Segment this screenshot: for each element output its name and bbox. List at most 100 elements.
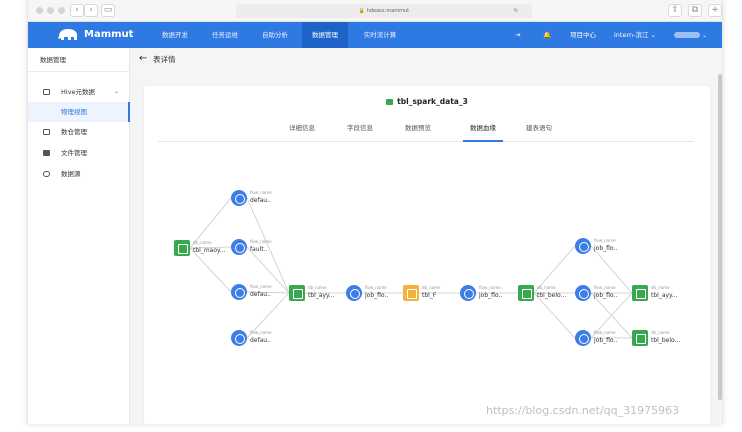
node-label: job_flo.. — [365, 292, 389, 299]
lineage-graph: db_name tbl_maoy... flow_name defau.. flow_n… — [144, 146, 710, 424]
lineage-node-n1[interactable]: db_name tbl_maoy... — [174, 240, 238, 260]
tab-fields[interactable]: 字段信息 — [340, 118, 380, 142]
detail-tabs: 详细信息 字段信息 数据预览 数据血缘 建表语句 — [158, 118, 694, 142]
lineage-node-n9[interactable]: flow_name job_flo.. — [460, 285, 524, 305]
flow-node-icon — [231, 330, 247, 346]
nav-data-dev[interactable]: 数据开发 — [152, 22, 198, 48]
tab-data-lineage[interactable]: 数据血缘 — [463, 118, 503, 142]
node-label: tbl_belo... — [537, 292, 567, 299]
sidebar-item-label: 文件管理 — [61, 149, 87, 157]
sidebar: 数据管理 Hive元数据 ⌄ 物理视图 数仓管理 文件管理 数据源 — [28, 48, 130, 424]
lineage-node-n15[interactable]: db_name tbl_belo... — [632, 330, 696, 350]
flow-node-icon — [346, 285, 362, 301]
tab-details[interactable]: 详细信息 — [282, 118, 322, 142]
node-label: tbl_maoy... — [193, 247, 226, 254]
redacted-account — [674, 32, 700, 38]
node-label: tbl_ayy... — [308, 292, 335, 299]
watermark: https://blog.csdn.net/qq_31975963 — [486, 404, 680, 417]
node-label: tbl_ayy... — [651, 292, 678, 299]
lineage-node-n13[interactable]: flow_name job_flo.. — [575, 330, 639, 350]
table-node-icon — [632, 285, 648, 301]
mammoth-logo-icon — [58, 29, 77, 40]
node-label: job_flo.. — [594, 245, 618, 252]
sidebar-header: 数据管理 — [28, 48, 129, 72]
database-icon — [43, 171, 50, 177]
lineage-node-n2[interactable]: flow_name defau.. — [231, 190, 295, 210]
tab-data-preview[interactable]: 数据预览 — [398, 118, 438, 142]
nav-self-analysis[interactable]: 自助分析 — [252, 22, 298, 48]
lineage-node-n14[interactable]: db_name tbl_ayy... — [632, 285, 696, 305]
table-icon — [386, 98, 394, 105]
nav-data-management[interactable]: 数据管理 — [302, 22, 348, 48]
table-node-icon — [518, 285, 534, 301]
sidebar-item-label: 数仓管理 — [61, 128, 87, 136]
table-node-icon — [632, 330, 648, 346]
chevron-down-icon: ⌄ — [114, 88, 120, 95]
lineage-node-n5[interactable]: flow_name defau.. — [231, 330, 295, 350]
content-header: ← 表详情 — [131, 48, 722, 73]
new-tab-icon[interactable]: + — [708, 4, 722, 17]
minimize-window-icon[interactable] — [47, 7, 54, 14]
tabs-icon[interactable]: ⧉ — [688, 4, 702, 17]
flow-node-icon — [575, 238, 591, 254]
nav-realtime-compute[interactable]: 实时流计算 — [352, 22, 408, 48]
sidebar-item-datasource[interactable]: 数据源 — [28, 164, 130, 184]
node-label: job_flo.. — [594, 337, 618, 344]
flow-node-icon — [575, 330, 591, 346]
reload-icon[interactable]: ↻ — [514, 4, 518, 18]
flow-node-icon — [231, 190, 247, 206]
table-title: tbl_spark_data_3 — [144, 96, 710, 108]
lineage-node-n4[interactable]: flow_name defau.. — [231, 284, 295, 304]
top-nav-bar: Mammut 数据开发 任务运维 自助分析 数据管理 实时流计算 ⇥ 🔔 项目中… — [28, 22, 722, 48]
bell-icon[interactable]: 🔔 — [543, 22, 551, 48]
table-node-icon — [403, 285, 419, 301]
user-menu[interactable]: intern-滨江 ⌄ — [614, 22, 656, 48]
nav-task-ops[interactable]: 任务运维 — [202, 22, 248, 48]
lock-icon: 🔒 — [358, 8, 366, 14]
sidebar-toggle-icon[interactable]: ▭ — [101, 4, 115, 17]
url-bar[interactable]: 🔒 hdeasx.mammut ↻ — [236, 4, 532, 18]
sidebar-item-label: 数据源 — [61, 170, 81, 178]
flow-node-icon — [231, 239, 247, 255]
lineage-node-n7[interactable]: flow_name job_flo.. — [346, 285, 410, 305]
share-icon[interactable]: ⇪ — [668, 4, 682, 17]
sidebar-subitem-physical-view[interactable]: 物理视图 — [28, 102, 130, 122]
project-center-link[interactable]: 项目中心 — [570, 22, 596, 48]
url-text: hdeasx.mammut — [366, 8, 410, 14]
grid-icon — [43, 89, 50, 95]
chevron-down-icon: ⌄ — [702, 32, 708, 39]
lineage-node-n12[interactable]: flow_name job_flo.. — [575, 285, 639, 305]
lineage-node-n11[interactable]: flow_name job_flo.. — [575, 238, 639, 258]
back-arrow-icon[interactable]: ← — [139, 53, 147, 64]
table-detail-card: tbl_spark_data_3 详细信息 字段信息 数据预览 数据血缘 建表语… — [144, 86, 710, 424]
account-menu[interactable]: ⌄ — [674, 22, 710, 48]
browser-chrome: ‹ › ▭ 🔒 hdeasx.mammut ↻ ⇪ ⧉ + — [28, 0, 722, 22]
tab-create-statement[interactable]: 建表语句 — [519, 118, 559, 142]
lineage-node-n10[interactable]: db_name tbl_belo... — [518, 285, 582, 305]
close-window-icon[interactable] — [36, 7, 43, 14]
back-nav-icon[interactable]: ‹ — [70, 4, 84, 17]
sidebar-item-file-management[interactable]: 文件管理 — [28, 143, 130, 163]
sidebar-item-label: Hive元数据 — [61, 88, 96, 96]
table-name: tbl_spark_data_3 — [397, 97, 468, 106]
node-label: defau.. — [250, 337, 271, 344]
lineage-node-n6[interactable]: db_name tbl_ayy... — [289, 285, 353, 305]
browser-window: ‹ › ▭ 🔒 hdeasx.mammut ↻ ⇪ ⧉ + Mammut 数据开… — [27, 0, 723, 424]
node-label: fault.. — [250, 246, 268, 253]
node-label: tbl_F — [422, 292, 437, 299]
flow-node-icon — [231, 284, 247, 300]
lineage-node-n3[interactable]: flow_name fault.. — [231, 239, 295, 259]
forward-nav-icon[interactable]: › — [84, 4, 98, 17]
node-label: defau.. — [250, 197, 271, 204]
export-icon[interactable]: ⇥ — [515, 22, 520, 48]
scrollbar[interactable] — [718, 74, 722, 400]
sidebar-item-hive-metadata[interactable]: Hive元数据 ⌄ — [28, 82, 130, 102]
page-title: 表详情 — [153, 55, 176, 64]
node-label: job_flo.. — [594, 292, 618, 299]
logo-text: Mammut — [84, 29, 134, 40]
flow-node-icon — [575, 285, 591, 301]
sidebar-item-warehouse[interactable]: 数仓管理 — [28, 122, 130, 142]
lineage-node-n8[interactable]: db_name tbl_F — [403, 285, 467, 305]
file-icon — [43, 150, 50, 156]
zoom-window-icon[interactable] — [58, 7, 65, 14]
